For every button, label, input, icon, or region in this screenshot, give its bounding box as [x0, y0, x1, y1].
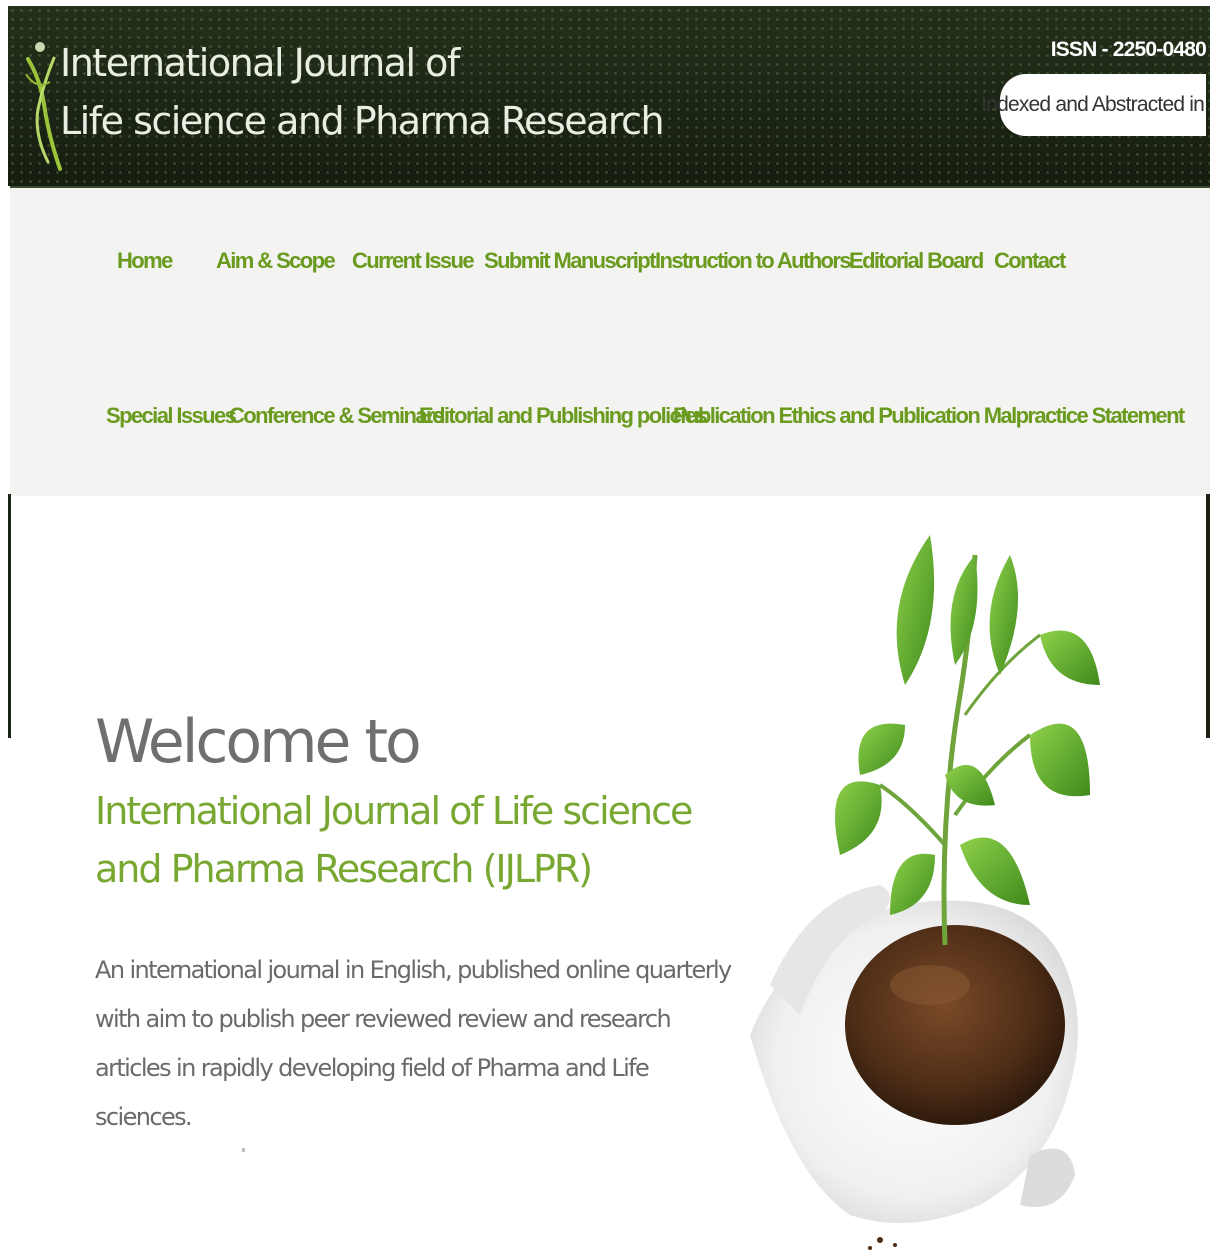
nav-instruction-to-authors[interactable]: Instruction to Authors	[655, 248, 852, 274]
nav-editorial-publishing-policies[interactable]: Editorial and Publishing policies	[419, 403, 708, 429]
site-header: International Journal of Life science an…	[8, 6, 1210, 186]
nav-conference-seminars[interactable]: Conference & Seminars	[229, 403, 445, 429]
nav-contact[interactable]: Contact	[994, 248, 1066, 274]
nav-editorial-board[interactable]: Editorial Board	[849, 248, 984, 274]
right-border-strip	[1206, 494, 1210, 738]
nav-publication-ethics[interactable]: Publication Ethics and Publication Malpr…	[673, 403, 1185, 429]
nav-home[interactable]: Home	[117, 248, 173, 274]
left-border-strip	[8, 494, 11, 738]
nav-aim-scope[interactable]: Aim & Scope	[216, 248, 336, 274]
nav-special-issues[interactable]: Special Issues	[106, 403, 237, 429]
journal-name-heading: International Journal of Life science an…	[95, 789, 693, 891]
issn-label: ISSN - 2250-0480	[1050, 38, 1207, 61]
site-title[interactable]: International Journal of Life science an…	[60, 34, 665, 150]
site-title-line1: International Journal of	[60, 41, 460, 85]
site-title-line2: Life science and Pharma Research	[60, 99, 665, 143]
main-navigation: Home Aim & Scope Current Issue Submit Ma…	[10, 186, 1210, 496]
nav-current-issue[interactable]: Current Issue	[352, 248, 475, 274]
indexed-abstracted-button[interactable]: Indexed and Abstracted in	[981, 74, 1206, 136]
logo-icon[interactable]	[20, 34, 64, 174]
plant-in-hand-image	[750, 535, 1100, 1250]
decorative-speck	[242, 1148, 245, 1152]
welcome-heading: Welcome to	[95, 707, 422, 777]
journal-description: An international journal in English, pub…	[95, 956, 732, 1131]
nav-submit-manuscript[interactable]: Submit Manuscript	[484, 248, 656, 274]
